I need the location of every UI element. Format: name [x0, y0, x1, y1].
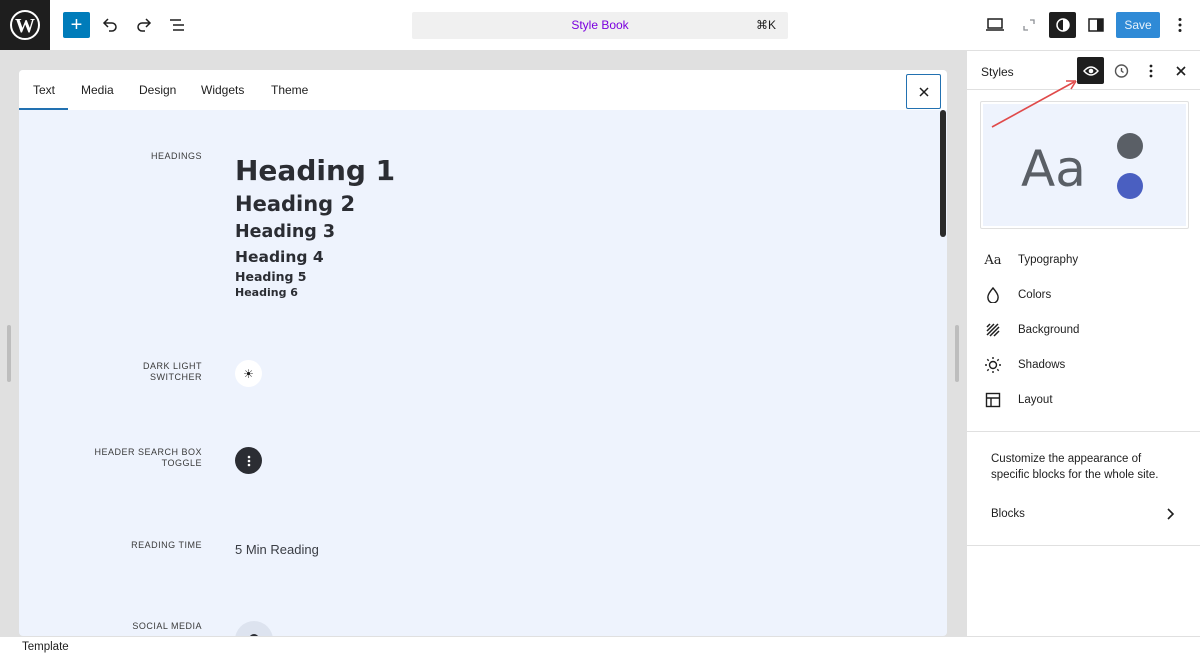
style-book-scrollbar[interactable]: [940, 110, 946, 237]
plus-icon: +: [70, 14, 83, 36]
sidebar-item-colors[interactable]: Colors: [981, 280, 1186, 310]
editor-footer: Template: [0, 636, 1200, 657]
save-button[interactable]: Save: [1116, 12, 1160, 38]
wordpress-logo-icon[interactable]: W: [0, 0, 50, 50]
reading-time-value: 5 Min Reading: [235, 542, 319, 557]
heading-3[interactable]: Heading 3: [235, 222, 335, 242]
styles-title: Styles: [981, 65, 1014, 79]
styles-more-options-icon[interactable]: [1137, 57, 1164, 84]
editor-canvas-area: Text Media Design Widgets Theme HEADINGS…: [0, 51, 966, 636]
tab-theme[interactable]: Theme: [271, 83, 308, 97]
undo-icon[interactable]: [98, 13, 122, 37]
styles-preview[interactable]: Aa: [980, 101, 1189, 229]
desktop-preview-icon[interactable]: [983, 13, 1007, 37]
sidebar-item-label: Background: [1018, 324, 1080, 336]
background-icon: [981, 318, 1005, 342]
social-media-icon-button[interactable]: [235, 621, 273, 636]
command-shortcut: ⌘K: [755, 18, 776, 32]
heading-6[interactable]: Heading 6: [235, 286, 298, 299]
header-search-toggle-label: HEADER SEARCH BOX TOGGLE: [94, 447, 202, 468]
sidebar-item-layout[interactable]: Layout: [981, 385, 1186, 415]
editor-header: W + Style Book ⌘K Save: [0, 0, 1200, 51]
sidebar-item-typography[interactable]: Aa Typography: [981, 245, 1186, 275]
eye-icon: [1082, 65, 1099, 76]
dark-light-switcher-label: DARK LIGHT SWITCHER: [142, 361, 202, 382]
layout-icon: [981, 388, 1005, 412]
sidebar-item-label: Typography: [1018, 254, 1079, 266]
sidebar-item-background[interactable]: Background: [981, 315, 1186, 345]
styles-toggle-button[interactable]: [1049, 12, 1076, 38]
sun-icon: ☀: [243, 366, 254, 381]
resize-handle-left[interactable]: [7, 325, 11, 382]
heading-5[interactable]: Heading 5: [235, 269, 307, 284]
close-icon: [918, 86, 929, 97]
blocks-label: Blocks: [991, 508, 1025, 520]
headings-label: HEADINGS: [150, 151, 202, 161]
preview-typography-sample: Aa: [1021, 140, 1086, 198]
command-title: Style Book: [571, 18, 629, 32]
heading-2[interactable]: Heading 2: [235, 192, 355, 216]
preview-color-dot-secondary: [1117, 173, 1143, 199]
tab-design[interactable]: Design: [139, 83, 176, 97]
add-block-button[interactable]: +: [63, 12, 90, 38]
zoom-out-icon[interactable]: [1017, 13, 1041, 37]
blocks-button[interactable]: Blocks: [991, 505, 1176, 525]
typography-icon: Aa: [984, 252, 1002, 268]
heading-4[interactable]: Heading 4: [235, 248, 324, 266]
command-palette[interactable]: Style Book ⌘K: [412, 12, 788, 39]
styles-sidebar-header: Styles: [967, 51, 1200, 90]
settings-sidebar-icon[interactable]: [1084, 13, 1108, 37]
style-book-tabs: Text Media Design Widgets Theme: [19, 70, 947, 110]
sidebar-item-label: Colors: [1018, 289, 1052, 301]
social-media-label: SOCIAL MEDIA: [132, 621, 202, 631]
chevron-right-icon: [1167, 508, 1175, 520]
active-tab-indicator: [19, 108, 68, 110]
tab-widgets[interactable]: Widgets: [201, 83, 244, 97]
style-book-frame: Text Media Design Widgets Theme HEADINGS…: [19, 70, 947, 636]
sidebar-divider: [967, 545, 1200, 546]
resize-handle-right[interactable]: [955, 325, 959, 382]
dark-light-switcher-button[interactable]: ☀: [235, 360, 262, 387]
svg-text:W: W: [15, 15, 35, 37]
sidebar-divider: [967, 431, 1200, 432]
sidebar-item-label: Layout: [1018, 394, 1053, 406]
heading-1[interactable]: Heading 1: [235, 154, 395, 187]
header-search-toggle-button[interactable]: [235, 447, 262, 474]
redo-icon[interactable]: [132, 13, 156, 37]
shadow-icon: [981, 353, 1005, 377]
preview-color-dot-primary: [1117, 133, 1143, 159]
droplet-icon: [981, 283, 1005, 307]
sidebar-item-shadows[interactable]: Shadows: [981, 350, 1186, 380]
options-menu-icon[interactable]: [1170, 13, 1190, 37]
close-style-book-button[interactable]: [906, 74, 941, 109]
tab-media[interactable]: Media: [81, 83, 114, 97]
template-breadcrumb[interactable]: Template: [22, 641, 69, 653]
styles-sidebar: Styles Aa Aa Typography Colors Backgroun…: [966, 51, 1200, 636]
style-book-toggle-button[interactable]: [1077, 57, 1104, 84]
blocks-description: Customize the appearance of specific blo…: [991, 453, 1159, 481]
reading-time-label: READING TIME: [131, 540, 202, 550]
revisions-history-icon[interactable]: [1107, 57, 1134, 84]
document-overview-icon[interactable]: [165, 13, 189, 37]
more-vertical-icon: [247, 455, 250, 466]
tab-text[interactable]: Text: [33, 83, 55, 97]
styles-preview-canvas: Aa: [983, 104, 1186, 226]
close-sidebar-icon[interactable]: [1167, 57, 1194, 84]
sidebar-item-label: Shadows: [1018, 359, 1066, 371]
